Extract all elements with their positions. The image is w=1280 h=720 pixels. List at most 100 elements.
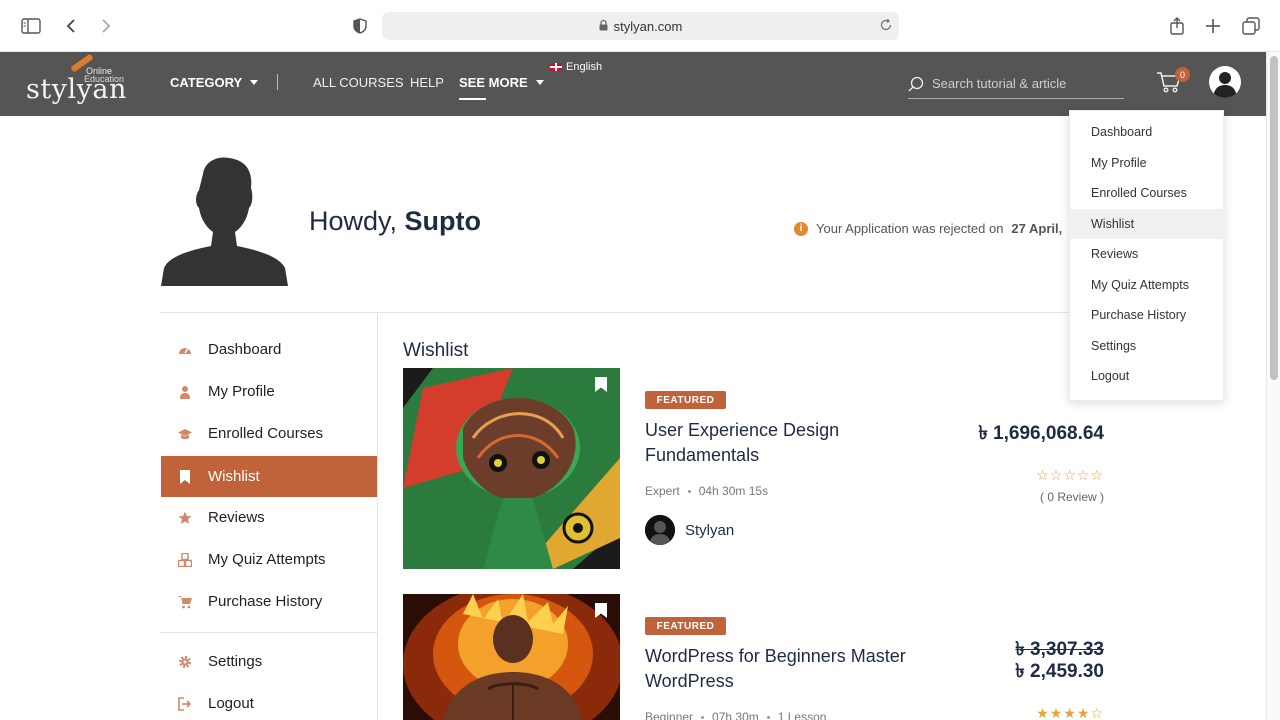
sidebar-item-label: My Profile xyxy=(208,383,275,400)
cart-count-badge: 0 xyxy=(1175,67,1190,82)
privacy-shield-icon[interactable] xyxy=(348,14,372,38)
dropdown-item-my-quiz-attempts[interactable]: My Quiz Attempts xyxy=(1070,270,1225,300)
application-notice: i Your Application was rejected on 27 Ap… xyxy=(794,221,1062,236)
course-price: ৳ 1,696,068.64 xyxy=(978,423,1104,444)
author-name: Stylyan xyxy=(685,521,735,539)
category-menu[interactable]: CATEGORY xyxy=(170,75,259,90)
new-tab-icon[interactable] xyxy=(1201,14,1225,38)
cart-button[interactable]: 0 xyxy=(1156,67,1190,96)
active-nav-underline xyxy=(459,98,486,100)
nav-help[interactable]: HELP xyxy=(410,75,444,90)
wishlist-title: Wishlist xyxy=(403,340,469,361)
language-label: English xyxy=(566,61,603,73)
dropdown-item-enrolled-courses[interactable]: Enrolled Courses xyxy=(1070,178,1225,208)
course-title[interactable]: WordPress for Beginners Master WordPress xyxy=(645,644,915,694)
dropdown-item-dashboard[interactable]: Dashboard xyxy=(1070,117,1225,147)
url-text: stylyan.com xyxy=(613,18,683,34)
user-icon xyxy=(180,386,190,399)
nav-separator xyxy=(277,74,278,90)
scrollbar-thumb[interactable] xyxy=(1270,56,1278,380)
tab-overview-icon[interactable] xyxy=(1239,14,1263,38)
sidebar-item-reviews[interactable]: Reviews xyxy=(161,499,377,537)
cart-icon xyxy=(178,596,192,609)
course-meta: Beginner 07h 30m 1 Lesson xyxy=(645,710,826,720)
profile-avatar xyxy=(161,156,288,286)
course-title[interactable]: User Experience Design Fundamentals xyxy=(645,418,915,468)
sidebar-item-wishlist[interactable]: Wishlist xyxy=(161,456,377,497)
course-price: ৳ 2,459.30 xyxy=(1015,661,1104,682)
search-icon xyxy=(908,76,924,91)
featured-badge: FEATURED xyxy=(645,617,726,635)
bookmark-icon xyxy=(180,470,190,484)
dropdown-item-reviews[interactable]: Reviews xyxy=(1070,239,1225,269)
course-level: Beginner xyxy=(645,710,694,720)
header-divider xyxy=(161,312,1106,313)
review-count: ( 0 Review ) xyxy=(1039,490,1104,504)
sidebar-divider xyxy=(377,313,378,720)
user-avatar-button[interactable] xyxy=(1209,66,1241,98)
caret-down-icon xyxy=(535,80,544,85)
share-icon[interactable] xyxy=(1165,14,1189,38)
site-logo[interactable]: Online Education stylyan xyxy=(26,53,126,108)
reload-icon[interactable] xyxy=(879,18,893,35)
sidebar-item-label: My Quiz Attempts xyxy=(208,551,326,568)
sidebar-item-purchase-history[interactable]: Purchase History xyxy=(161,583,377,621)
forward-icon[interactable] xyxy=(94,14,118,38)
star-icon xyxy=(178,511,192,524)
dashboard-icon xyxy=(179,347,191,354)
sidebar-item-label: Logout xyxy=(208,695,254,712)
dropdown-item-logout[interactable]: Logout xyxy=(1070,361,1225,391)
nav-see-more[interactable]: SEE MORE xyxy=(459,75,544,90)
sidebar-item-my-profile[interactable]: My Profile xyxy=(161,373,377,411)
category-label: CATEGORY xyxy=(170,75,243,90)
dropdown-item-settings[interactable]: Settings xyxy=(1070,331,1225,361)
sidebar-item-dashboard[interactable]: Dashboard xyxy=(161,331,377,369)
info-icon: i xyxy=(794,221,808,236)
language-switcher[interactable]: English xyxy=(550,61,602,73)
featured-badge: FEATURED xyxy=(645,391,726,409)
uk-flag-icon xyxy=(550,63,562,71)
caret-down-icon xyxy=(250,80,259,85)
notice-date: 27 April, xyxy=(1011,221,1063,236)
address-bar[interactable]: stylyan.com xyxy=(382,12,899,40)
avatar-icon xyxy=(1213,72,1237,98)
sidebar-item-label: Purchase History xyxy=(208,593,323,610)
sidebar-item-label: Wishlist xyxy=(208,468,260,485)
sidebar-item-label: Reviews xyxy=(208,509,265,526)
back-icon[interactable] xyxy=(59,14,83,38)
see-more-label: SEE MORE xyxy=(459,75,528,90)
author-avatar xyxy=(645,515,675,545)
course-thumbnail[interactable] xyxy=(403,594,620,720)
sidebar-item-logout[interactable]: Logout xyxy=(161,685,377,720)
dropdown-item-wishlist[interactable]: Wishlist xyxy=(1070,209,1225,239)
sidebar-item-enrolled-courses[interactable]: Enrolled Courses xyxy=(161,415,377,453)
logo-wordmark: stylyan xyxy=(26,74,127,105)
sidebar-item-label: Enrolled Courses xyxy=(208,425,324,442)
meta-dot xyxy=(766,715,770,719)
sidebar-toggle-icon[interactable] xyxy=(19,14,43,38)
sidebar-item-label: Settings xyxy=(208,653,263,670)
course-thumbnail[interactable] xyxy=(403,368,620,569)
cubes-icon xyxy=(178,553,192,567)
meta-dot xyxy=(687,489,691,493)
rating-stars: ★★★★☆ xyxy=(1036,705,1104,720)
meta-dot xyxy=(701,715,705,719)
course-duration: 07h 30m xyxy=(712,710,759,720)
course-duration: 04h 30m 15s xyxy=(698,484,769,498)
nav-all-courses[interactable]: ALL COURSES xyxy=(313,75,404,90)
search-input[interactable] xyxy=(932,76,1112,91)
site-navbar: Online Education stylyan CATEGORY ALL CO… xyxy=(0,52,1266,116)
page-scrollbar[interactable] xyxy=(1266,52,1280,720)
course-level: Expert xyxy=(645,484,680,498)
user-dropdown-menu: Dashboard My Profile Enrolled Courses Wi… xyxy=(1069,110,1225,401)
course-lessons: 1 Lesson xyxy=(777,710,827,720)
dropdown-item-purchase-history[interactable]: Purchase History xyxy=(1070,300,1225,330)
browser-toolbar: stylyan.com xyxy=(0,0,1280,52)
sidebar-item-label: Dashboard xyxy=(208,341,282,358)
lock-icon xyxy=(599,19,608,34)
dropdown-item-my-profile[interactable]: My Profile xyxy=(1070,148,1225,178)
user-name: Supto xyxy=(404,206,482,236)
course-author[interactable]: Stylyan xyxy=(645,515,734,545)
sidebar-item-my-quiz-attempts[interactable]: My Quiz Attempts xyxy=(161,541,377,579)
sidebar-item-settings[interactable]: Settings xyxy=(161,643,377,681)
